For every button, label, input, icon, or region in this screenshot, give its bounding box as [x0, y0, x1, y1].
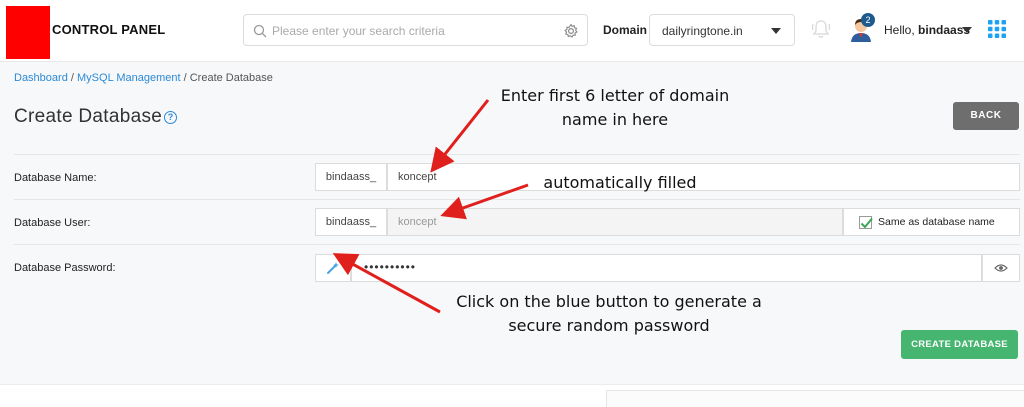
- row-divider: [14, 154, 1020, 155]
- bell-icon[interactable]: [811, 18, 831, 40]
- row-divider: [14, 199, 1020, 200]
- db-user-input[interactable]: koncept: [387, 208, 843, 236]
- top-bar: CONTROL PANEL Please enter your search c…: [0, 0, 1024, 62]
- breadcrumb: Dashboard / MySQL Management / Create Da…: [14, 72, 273, 84]
- same-as-label: Same as database name: [878, 216, 995, 228]
- annotation-text: secure random password: [508, 316, 710, 335]
- search-input[interactable]: Please enter your search criteria: [272, 24, 445, 38]
- annotation-text: Click on the blue button to generate a: [456, 292, 762, 311]
- annotation-text: name in here: [561, 110, 669, 129]
- footer-panel: [606, 390, 1024, 407]
- breadcrumb-dashboard[interactable]: Dashboard: [14, 72, 68, 84]
- search-box[interactable]: Please enter your search criteria: [243, 14, 588, 46]
- domain-value: dailyringtone.in: [662, 24, 743, 38]
- help-icon[interactable]: ?: [164, 111, 177, 124]
- domain-select[interactable]: dailyringtone.in: [649, 14, 795, 46]
- same-as-db-name-toggle[interactable]: Same as database name: [843, 208, 1020, 236]
- magic-wand-icon: [327, 262, 339, 274]
- db-user-label: Database User:: [14, 217, 91, 229]
- db-user-prefix: bindaass_: [315, 208, 387, 236]
- gear-icon[interactable]: [563, 23, 579, 39]
- same-as-checkbox[interactable]: [859, 216, 873, 229]
- chevron-down-icon: [771, 28, 781, 34]
- breadcrumb-separator: /: [70, 72, 74, 84]
- logo-text: CONTROL PANEL: [52, 22, 166, 37]
- search-icon: [253, 24, 267, 38]
- breadcrumb-current: Create Database: [189, 72, 273, 84]
- apps-grid-icon[interactable]: [988, 20, 1006, 38]
- breadcrumb-separator: /: [183, 72, 187, 84]
- annotation-note-generate: Click on the blue button to generate a s…: [426, 290, 792, 338]
- db-name-label: Database Name:: [14, 172, 97, 184]
- domain-label: Domain: [603, 23, 648, 37]
- notification-badge: 2: [861, 13, 875, 27]
- greeting-text: Hello,: [884, 23, 915, 37]
- back-button[interactable]: BACK: [953, 102, 1019, 130]
- row-divider: [14, 244, 1020, 245]
- page-title: Create Database: [14, 106, 163, 127]
- db-name-prefix: bindaass_: [315, 163, 387, 191]
- db-password-input[interactable]: ••••••••••: [351, 254, 982, 282]
- db-password-label: Database Password:: [14, 262, 116, 274]
- logo-mark: [6, 6, 50, 59]
- annotation-note-domain: Enter first 6 letter of domain name in h…: [470, 84, 760, 132]
- annotation-text: Enter first 6 letter of domain: [500, 86, 730, 105]
- checkmark-icon: [860, 217, 873, 229]
- breadcrumb-mysql-management[interactable]: MySQL Management: [77, 72, 181, 84]
- chevron-down-icon[interactable]: [962, 27, 972, 33]
- user-greeting[interactable]: Hello, bindaass: [884, 23, 970, 37]
- show-password-button[interactable]: [982, 254, 1020, 282]
- eye-icon: [994, 264, 1008, 272]
- annotation-note-autofill: automatically filled: [543, 173, 697, 192]
- create-database-button[interactable]: CREATE DATABASE: [901, 330, 1018, 359]
- generate-password-button[interactable]: [315, 254, 351, 282]
